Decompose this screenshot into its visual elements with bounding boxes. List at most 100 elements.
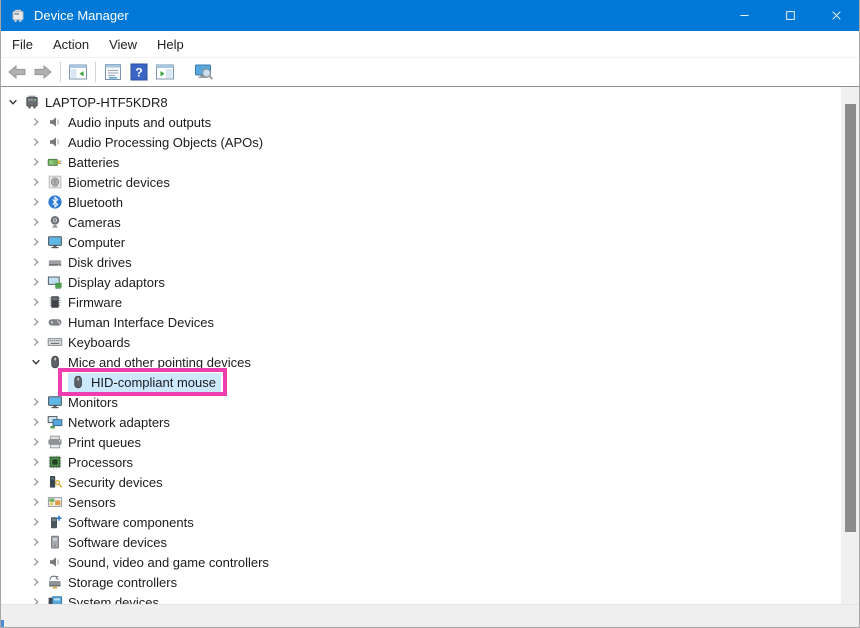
tree-item-display-adaptors[interactable]: Display adaptors xyxy=(1,272,841,292)
vertical-scrollbar[interactable] xyxy=(841,87,859,604)
tree-item-label: Storage controllers xyxy=(68,574,180,591)
tree-item-computer[interactable]: Computer xyxy=(1,232,841,252)
tree-item-audio-inputs-and-outputs[interactable]: Audio inputs and outputs xyxy=(1,112,841,132)
tree-item-label: Human Interface Devices xyxy=(68,314,217,331)
tree-item-sound-video-and-game-controllers[interactable]: Sound, video and game controllers xyxy=(1,552,841,572)
tree-item-firmware[interactable]: Firmware xyxy=(1,292,841,312)
chevron-right-icon[interactable] xyxy=(26,554,46,570)
scan-hardware-button[interactable] xyxy=(191,60,217,84)
tree-item-bluetooth[interactable]: Bluetooth xyxy=(1,192,841,212)
mouse-icon xyxy=(69,374,86,390)
menu-item-help[interactable]: Help xyxy=(147,33,194,56)
tree-item-mice-and-other-pointing-devices[interactable]: Mice and other pointing devices xyxy=(1,352,841,372)
chevron-right-icon[interactable] xyxy=(26,454,46,470)
chevron-right-icon[interactable] xyxy=(26,214,46,230)
chevron-right-icon[interactable] xyxy=(26,334,46,350)
chevron-right-icon[interactable] xyxy=(26,134,46,150)
menu-item-view[interactable]: View xyxy=(99,33,147,56)
close-button[interactable] xyxy=(813,0,859,31)
chevron-right-icon[interactable] xyxy=(26,294,46,310)
tree-item-laptop-htf5kdr8[interactable]: LAPTOP-HTF5KDR8 xyxy=(1,92,841,112)
tree-item-label: Biometric devices xyxy=(68,174,173,191)
chevron-right-icon[interactable] xyxy=(26,394,46,410)
tree-item-hid-compliant-mouse[interactable]: HID-compliant mouse xyxy=(1,372,841,392)
back-arrow-icon xyxy=(7,62,27,82)
chevron-right-icon[interactable] xyxy=(26,174,46,190)
chevron-right-icon[interactable] xyxy=(26,154,46,170)
menu-item-action[interactable]: Action xyxy=(43,33,99,56)
tree-item-software-components[interactable]: Software components xyxy=(1,512,841,532)
forward-arrow-button[interactable] xyxy=(30,60,56,84)
chevron-right-icon[interactable] xyxy=(26,494,46,510)
tree-item-disk-drives[interactable]: Disk drives xyxy=(1,252,841,272)
maximize-button[interactable] xyxy=(767,0,813,31)
chevron-right-icon[interactable] xyxy=(26,194,46,210)
software-device-icon xyxy=(46,534,63,550)
indent-spacer xyxy=(1,122,26,123)
chevron-right-icon[interactable] xyxy=(26,514,46,530)
indent-spacer xyxy=(1,442,26,443)
action-pane-button[interactable] xyxy=(152,60,178,84)
tree-item-biometric-devices[interactable]: Biometric devices xyxy=(1,172,841,192)
tree-item-system-devices[interactable]: System devices xyxy=(1,592,841,604)
tree-item-label: Disk drives xyxy=(68,254,135,271)
tree-item-label: Firmware xyxy=(68,294,125,311)
battery-icon xyxy=(46,154,63,170)
help-icon: ? xyxy=(129,62,149,82)
properties-icon xyxy=(103,62,123,82)
vertical-scrollbar-thumb[interactable] xyxy=(845,104,856,532)
tree-item-monitors[interactable]: Monitors xyxy=(1,392,841,412)
indent-spacer xyxy=(1,482,26,483)
minimize-button[interactable] xyxy=(721,0,767,31)
chevron-right-icon[interactable] xyxy=(26,434,46,450)
menubar: FileActionViewHelp xyxy=(1,31,859,58)
chevron-right-icon[interactable] xyxy=(26,114,46,130)
indent-spacer xyxy=(1,382,48,383)
tree-item-human-interface-devices[interactable]: Human Interface Devices xyxy=(1,312,841,332)
forward-arrow-icon xyxy=(33,62,53,82)
chevron-right-icon[interactable] xyxy=(26,234,46,250)
maximize-icon xyxy=(785,10,796,21)
chevron-right-icon[interactable] xyxy=(26,534,46,550)
monitor-icon xyxy=(46,394,63,410)
chevron-right-icon[interactable] xyxy=(26,594,46,604)
chevron-down-icon[interactable] xyxy=(26,354,46,370)
chevron-right-icon[interactable] xyxy=(26,414,46,430)
tree-item-cameras[interactable]: Cameras xyxy=(1,212,841,232)
tree-item-software-devices[interactable]: Software devices xyxy=(1,532,841,552)
tree-item-storage-controllers[interactable]: Storage controllers xyxy=(1,572,841,592)
tree-item-audio-processing-objects-apos[interactable]: Audio Processing Objects (APOs) xyxy=(1,132,841,152)
window-controls xyxy=(721,0,859,31)
tree-item-print-queues[interactable]: Print queues xyxy=(1,432,841,452)
back-arrow-button[interactable] xyxy=(4,60,30,84)
indent-spacer xyxy=(1,362,26,363)
chevron-right-icon[interactable] xyxy=(26,574,46,590)
indent-spacer xyxy=(1,282,26,283)
chevron-right-icon[interactable] xyxy=(26,274,46,290)
tree-item-batteries[interactable]: Batteries xyxy=(1,152,841,172)
tree-item-keyboards[interactable]: Keyboards xyxy=(1,332,841,352)
tree-item-network-adapters[interactable]: Network adapters xyxy=(1,412,841,432)
tree-item-label: Security devices xyxy=(68,474,166,491)
console-tree-button[interactable] xyxy=(65,60,91,84)
titlebar[interactable]: Device Manager xyxy=(1,0,859,31)
tree-item-sensors[interactable]: Sensors xyxy=(1,492,841,512)
tree-item-label: Audio Processing Objects (APOs) xyxy=(68,134,266,151)
device-manager-window: Device Manager FileActionViewHelp ? LAPT… xyxy=(0,0,860,628)
chevron-right-icon[interactable] xyxy=(26,254,46,270)
chevron-right-icon[interactable] xyxy=(26,474,46,490)
horizontal-scrollbar[interactable] xyxy=(1,604,859,627)
indent-spacer xyxy=(1,322,26,323)
chevron-down-icon[interactable] xyxy=(3,94,23,110)
indent-spacer xyxy=(1,542,26,543)
fingerprint-icon xyxy=(46,174,63,190)
tree-item-security-devices[interactable]: Security devices xyxy=(1,472,841,492)
tree-item-processors[interactable]: Processors xyxy=(1,452,841,472)
security-device-icon xyxy=(46,474,63,490)
menu-item-file[interactable]: File xyxy=(2,33,43,56)
tree-item-label: Computer xyxy=(68,234,128,251)
chevron-right-icon[interactable] xyxy=(26,314,46,330)
network-adapter-icon xyxy=(46,414,63,430)
help-button[interactable]: ? xyxy=(126,60,152,84)
properties-button[interactable] xyxy=(100,60,126,84)
